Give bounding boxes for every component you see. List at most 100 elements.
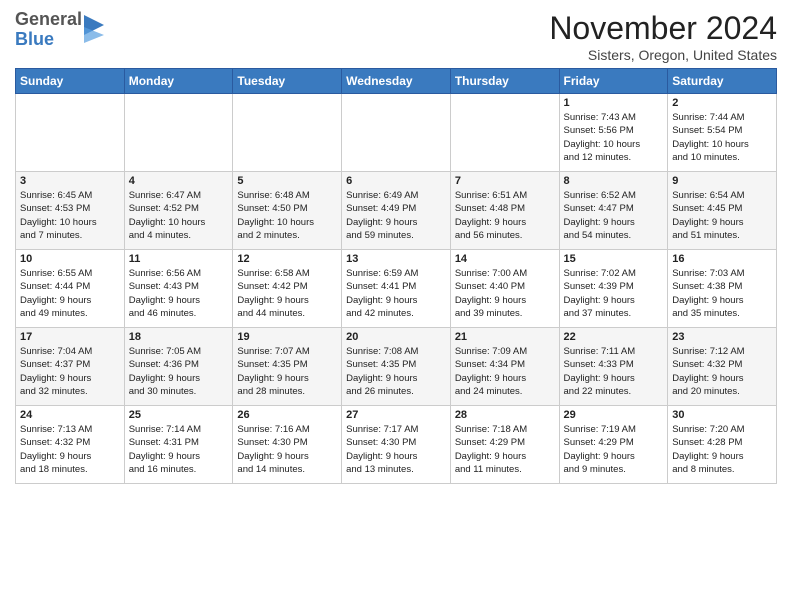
day-number-1-3: 6 bbox=[346, 175, 446, 187]
location: Sisters, Oregon, United States bbox=[549, 47, 777, 63]
cell-4-3: 27Sunrise: 7:17 AMSunset: 4:30 PMDayligh… bbox=[342, 406, 451, 484]
day-info-4-6: Sunrise: 7:20 AMSunset: 4:28 PMDaylight:… bbox=[672, 423, 772, 476]
cell-2-6: 16Sunrise: 7:03 AMSunset: 4:38 PMDayligh… bbox=[668, 250, 777, 328]
cell-0-3 bbox=[342, 94, 451, 172]
day-info-4-4: Sunrise: 7:18 AMSunset: 4:29 PMDaylight:… bbox=[455, 423, 555, 476]
day-info-4-5: Sunrise: 7:19 AMSunset: 4:29 PMDaylight:… bbox=[564, 423, 664, 476]
day-info-1-5: Sunrise: 6:52 AMSunset: 4:47 PMDaylight:… bbox=[564, 189, 664, 242]
day-number-4-6: 30 bbox=[672, 409, 772, 421]
cell-1-5: 8Sunrise: 6:52 AMSunset: 4:47 PMDaylight… bbox=[559, 172, 668, 250]
cell-3-3: 20 Sunrise: 7:08 AMSunset: 4:35 PMDayligh… bbox=[342, 328, 451, 406]
week-row-2: 10 Sunrise: 6:55 AMSunset: 4:44 PMDayligh… bbox=[16, 250, 777, 328]
cell-3-4: 21 Sunrise: 7:09 AMSunset: 4:34 PMDayligh… bbox=[450, 328, 559, 406]
day-info-1-4: Sunrise: 6:51 AMSunset: 4:48 PMDaylight:… bbox=[455, 189, 555, 242]
day-number-4-3: 27 bbox=[346, 409, 446, 421]
day-number-2-2: 12 bbox=[237, 253, 337, 265]
logo-line2: Blue bbox=[15, 30, 82, 50]
cell-1-1: 4 Sunrise: 6:47 AMSunset: 4:52 PMDaylight… bbox=[124, 172, 233, 250]
day-info-3-0: Sunrise: 7:04 AMSunset: 4:37 PMDaylight:… bbox=[20, 345, 120, 398]
day-info-2-5: Sunrise: 7:02 AMSunset: 4:39 PMDaylight:… bbox=[564, 267, 664, 320]
cell-4-4: 28 Sunrise: 7:18 AMSunset: 4:29 PMDayligh… bbox=[450, 406, 559, 484]
day-info-1-2: Sunrise: 6:48 AMSunset: 4:50 PMDaylight:… bbox=[237, 189, 337, 242]
day-info-3-2: Sunrise: 7:07 AMSunset: 4:35 PMDaylight:… bbox=[237, 345, 337, 398]
col-monday: Monday bbox=[124, 69, 233, 94]
day-number-1-0: 3 bbox=[20, 175, 120, 187]
header-row: Sunday Monday Tuesday Wednesday Thursday… bbox=[16, 69, 777, 94]
day-number-2-1: 11 bbox=[129, 253, 229, 265]
day-number-1-6: 9 bbox=[672, 175, 772, 187]
day-number-3-2: 19 bbox=[237, 331, 337, 343]
cell-0-4 bbox=[450, 94, 559, 172]
day-number-2-4: 14 bbox=[455, 253, 555, 265]
col-sunday: Sunday bbox=[16, 69, 125, 94]
header: General Blue November 2024 Sisters, Oreg… bbox=[15, 10, 777, 63]
day-info-2-2: Sunrise: 6:58 AMSunset: 4:42 PMDaylight:… bbox=[237, 267, 337, 320]
logo-line1: General bbox=[15, 10, 82, 30]
col-saturday: Saturday bbox=[668, 69, 777, 94]
cell-2-1: 11 Sunrise: 6:56 AMSunset: 4:43 PMDayligh… bbox=[124, 250, 233, 328]
day-info-0-5: Sunrise: 7:43 AMSunset: 5:56 PMDaylight:… bbox=[564, 111, 664, 164]
cell-2-3: 13Sunrise: 6:59 AMSunset: 4:41 PMDayligh… bbox=[342, 250, 451, 328]
cell-1-2: 5 Sunrise: 6:48 AMSunset: 4:50 PMDaylight… bbox=[233, 172, 342, 250]
cell-3-0: 17 Sunrise: 7:04 AMSunset: 4:37 PMDayligh… bbox=[16, 328, 125, 406]
day-info-3-3: Sunrise: 7:08 AMSunset: 4:35 PMDaylight:… bbox=[346, 345, 446, 398]
col-wednesday: Wednesday bbox=[342, 69, 451, 94]
logo: General Blue bbox=[15, 10, 104, 50]
day-info-1-1: Sunrise: 6:47 AMSunset: 4:52 PMDaylight:… bbox=[129, 189, 229, 242]
cell-4-1: 25 Sunrise: 7:14 AMSunset: 4:31 PMDayligh… bbox=[124, 406, 233, 484]
day-number-4-2: 26 bbox=[237, 409, 337, 421]
cell-2-2: 12 Sunrise: 6:58 AMSunset: 4:42 PMDayligh… bbox=[233, 250, 342, 328]
cell-4-2: 26 Sunrise: 7:16 AMSunset: 4:30 PMDayligh… bbox=[233, 406, 342, 484]
day-number-4-1: 25 bbox=[129, 409, 229, 421]
cell-2-0: 10 Sunrise: 6:55 AMSunset: 4:44 PMDayligh… bbox=[16, 250, 125, 328]
cell-0-6: 2Sunrise: 7:44 AMSunset: 5:54 PMDaylight… bbox=[668, 94, 777, 172]
day-number-4-0: 24 bbox=[20, 409, 120, 421]
col-thursday: Thursday bbox=[450, 69, 559, 94]
day-info-4-2: Sunrise: 7:16 AMSunset: 4:30 PMDaylight:… bbox=[237, 423, 337, 476]
logo-text: General Blue bbox=[15, 10, 82, 50]
week-row-4: 24 Sunrise: 7:13 AMSunset: 4:32 PMDayligh… bbox=[16, 406, 777, 484]
day-number-2-5: 15 bbox=[564, 253, 664, 265]
cell-3-6: 23Sunrise: 7:12 AMSunset: 4:32 PMDayligh… bbox=[668, 328, 777, 406]
week-row-3: 17 Sunrise: 7:04 AMSunset: 4:37 PMDayligh… bbox=[16, 328, 777, 406]
day-info-4-0: Sunrise: 7:13 AMSunset: 4:32 PMDaylight:… bbox=[20, 423, 120, 476]
day-info-3-4: Sunrise: 7:09 AMSunset: 4:34 PMDaylight:… bbox=[455, 345, 555, 398]
cell-4-5: 29 Sunrise: 7:19 AMSunset: 4:29 PMDayligh… bbox=[559, 406, 668, 484]
week-row-1: 3Sunrise: 6:45 AMSunset: 4:53 PMDaylight… bbox=[16, 172, 777, 250]
logo-icon bbox=[84, 15, 104, 45]
day-info-1-3: Sunrise: 6:49 AMSunset: 4:49 PMDaylight:… bbox=[346, 189, 446, 242]
cell-4-6: 30 Sunrise: 7:20 AMSunset: 4:28 PMDayligh… bbox=[668, 406, 777, 484]
cell-1-0: 3Sunrise: 6:45 AMSunset: 4:53 PMDaylight… bbox=[16, 172, 125, 250]
day-number-1-2: 5 bbox=[237, 175, 337, 187]
calendar-table: Sunday Monday Tuesday Wednesday Thursday… bbox=[15, 68, 777, 484]
cell-0-1 bbox=[124, 94, 233, 172]
cell-2-5: 15 Sunrise: 7:02 AMSunset: 4:39 PMDayligh… bbox=[559, 250, 668, 328]
col-friday: Friday bbox=[559, 69, 668, 94]
day-number-3-1: 18 bbox=[129, 331, 229, 343]
cell-2-4: 14 Sunrise: 7:00 AMSunset: 4:40 PMDayligh… bbox=[450, 250, 559, 328]
day-number-4-4: 28 bbox=[455, 409, 555, 421]
week-row-0: 1 Sunrise: 7:43 AMSunset: 5:56 PMDaylight… bbox=[16, 94, 777, 172]
day-number-4-5: 29 bbox=[564, 409, 664, 421]
day-number-3-3: 20 bbox=[346, 331, 446, 343]
day-info-0-6: Sunrise: 7:44 AMSunset: 5:54 PMDaylight:… bbox=[672, 111, 772, 164]
day-info-4-1: Sunrise: 7:14 AMSunset: 4:31 PMDaylight:… bbox=[129, 423, 229, 476]
cell-0-0 bbox=[16, 94, 125, 172]
day-number-1-1: 4 bbox=[129, 175, 229, 187]
day-number-3-5: 22 bbox=[564, 331, 664, 343]
cell-4-0: 24 Sunrise: 7:13 AMSunset: 4:32 PMDayligh… bbox=[16, 406, 125, 484]
main-container: General Blue November 2024 Sisters, Oreg… bbox=[0, 0, 792, 489]
day-number-3-4: 21 bbox=[455, 331, 555, 343]
day-number-1-4: 7 bbox=[455, 175, 555, 187]
day-info-3-5: Sunrise: 7:11 AMSunset: 4:33 PMDaylight:… bbox=[564, 345, 664, 398]
day-info-2-0: Sunrise: 6:55 AMSunset: 4:44 PMDaylight:… bbox=[20, 267, 120, 320]
day-number-3-6: 23 bbox=[672, 331, 772, 343]
cell-3-2: 19 Sunrise: 7:07 AMSunset: 4:35 PMDayligh… bbox=[233, 328, 342, 406]
day-number-0-5: 1 bbox=[564, 97, 664, 109]
day-info-2-1: Sunrise: 6:56 AMSunset: 4:43 PMDaylight:… bbox=[129, 267, 229, 320]
day-number-2-6: 16 bbox=[672, 253, 772, 265]
day-number-2-0: 10 bbox=[20, 253, 120, 265]
cell-1-4: 7 Sunrise: 6:51 AMSunset: 4:48 PMDaylight… bbox=[450, 172, 559, 250]
day-number-3-0: 17 bbox=[20, 331, 120, 343]
day-info-2-4: Sunrise: 7:00 AMSunset: 4:40 PMDaylight:… bbox=[455, 267, 555, 320]
